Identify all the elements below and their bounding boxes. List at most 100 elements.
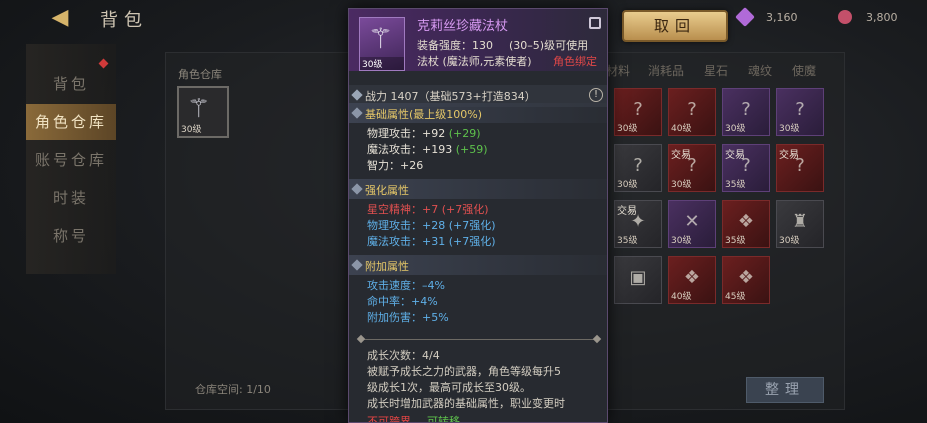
tab-soul-patterns[interactable]: 魂纹 bbox=[748, 62, 772, 79]
no-cross-server: 不可跨界 bbox=[367, 415, 411, 423]
item-slot[interactable]: ✕ 30级 bbox=[668, 200, 716, 248]
item-slot[interactable]: ♜ 30级 bbox=[776, 200, 824, 248]
stat-label: 物理攻击：+92 bbox=[367, 127, 446, 140]
item-level: 30级 bbox=[671, 236, 692, 246]
stat-label: 魔法攻击：+193 bbox=[367, 143, 453, 156]
extra-attributes-header: 附加属性 bbox=[349, 255, 607, 275]
diamond-icon bbox=[351, 107, 363, 119]
item-level: 40级 bbox=[671, 292, 692, 302]
item-slot[interactable]: 交易? bbox=[776, 144, 824, 192]
description-line: 被赋予成长之力的武器，角色等级每升5 bbox=[367, 365, 561, 378]
item-icon: ? bbox=[741, 155, 751, 176]
item-icon: ▣ bbox=[629, 267, 647, 288]
bind-status: 角色绑定 bbox=[553, 55, 597, 68]
power-text: 战力 1407（基础573+打造834） bbox=[365, 90, 536, 103]
stat-bonus: (+29) bbox=[448, 127, 481, 140]
item-icon: ❖ bbox=[737, 211, 755, 232]
item-level: 35级 bbox=[725, 180, 746, 190]
sidebar-item-character-storage[interactable]: 角色仓库 bbox=[26, 104, 116, 140]
item-icon: ? bbox=[795, 99, 805, 120]
tab-familiars[interactable]: 使魔 bbox=[792, 62, 816, 79]
item-name: 克莉丝珍藏法杖 bbox=[417, 19, 509, 34]
item-icon: ? bbox=[741, 99, 751, 120]
item-slot[interactable]: ? 30级 bbox=[614, 88, 662, 136]
staff-icon: ⚚ bbox=[187, 94, 211, 124]
diamond-icon bbox=[351, 183, 363, 195]
stat-line: 物理攻击：+92 (+29) bbox=[367, 125, 481, 141]
stat-line: 智力：+26 bbox=[367, 157, 423, 173]
sidebar-item-account-storage[interactable]: 账号仓库 bbox=[26, 142, 116, 178]
description-line: 成长时增加武器的基础属性，职业变更时 bbox=[367, 397, 565, 410]
stat-bonus: (+59) bbox=[455, 143, 488, 156]
item-level: 30级 bbox=[617, 180, 638, 190]
selected-item-slot[interactable]: ⚚ 30级 bbox=[177, 86, 229, 138]
return-button[interactable]: 取回 bbox=[622, 10, 728, 42]
tab-materials[interactable]: 材料 bbox=[606, 62, 630, 79]
item-level: 35级 bbox=[617, 236, 638, 246]
section-title: 基础属性(最上级100%) bbox=[365, 108, 483, 121]
tab-star-stones[interactable]: 星石 bbox=[704, 62, 728, 79]
item-level: 30级 bbox=[671, 180, 692, 190]
item-icon: ? bbox=[795, 155, 805, 176]
sort-button[interactable]: 整理 bbox=[746, 377, 824, 403]
diamond-icon bbox=[351, 89, 363, 101]
storage-capacity: 仓库空间: 1/10 bbox=[195, 383, 271, 396]
stat-label: 智力：+26 bbox=[367, 159, 424, 172]
item-level: 45级 bbox=[725, 292, 746, 302]
tab-consumables[interactable]: 消耗品 bbox=[648, 62, 684, 79]
item-icon: ✦ bbox=[630, 211, 646, 232]
gem-amount: 3,160 bbox=[766, 11, 798, 24]
staff-icon: ⚚ bbox=[368, 22, 394, 55]
coin-currency: 3,800 bbox=[838, 10, 898, 24]
item-level: 35级 bbox=[725, 236, 746, 246]
item-icon: ? bbox=[687, 155, 697, 176]
item-level: 30级 bbox=[617, 124, 638, 134]
growth-count: 成长次数：4/4 bbox=[367, 349, 440, 362]
sidebar: 背包 角色仓库 账号仓库 时装 称号 bbox=[26, 44, 116, 274]
stat-line: 星空精神：+7 (+7强化) bbox=[367, 203, 489, 216]
item-icon: ❖ bbox=[683, 267, 701, 288]
red-coin-icon bbox=[838, 10, 852, 24]
info-icon[interactable]: ! bbox=[589, 88, 603, 102]
item-level: 30级 bbox=[725, 124, 746, 134]
item-icon: ❖ bbox=[737, 267, 755, 288]
gem-currency: 3,160 bbox=[735, 7, 798, 27]
item-slot[interactable]: ❖ 35级 bbox=[722, 200, 770, 248]
item-level: 30级 bbox=[181, 125, 202, 135]
item-icon: ? bbox=[633, 99, 643, 120]
item-slot[interactable]: ❖ 45级 bbox=[722, 256, 770, 304]
purple-gem-icon bbox=[735, 7, 755, 27]
item-slot[interactable]: 交易? 30级 bbox=[668, 144, 716, 192]
item-level-requirement: (30–5)级可使用 bbox=[509, 39, 589, 52]
sidebar-item-fashion[interactable]: 时装 bbox=[26, 180, 116, 216]
tooltip-item-icon: ⚚ 30级 bbox=[359, 17, 405, 71]
storage-label: 角色仓库 bbox=[178, 68, 222, 81]
item-icon: ✕ bbox=[684, 211, 700, 232]
item-level: 30级 bbox=[779, 124, 800, 134]
transferable: 可转移 bbox=[427, 415, 460, 423]
item-slot[interactable]: ? 30级 bbox=[614, 144, 662, 192]
coin-amount: 3,800 bbox=[866, 11, 898, 24]
item-tooltip: ⚚ 30级 克莉丝珍藏法杖 装备强度：130 (30–5)级可使用 法杖 (魔法… bbox=[348, 8, 608, 423]
diamond-icon bbox=[351, 259, 363, 271]
item-slot[interactable]: 交易? 35级 bbox=[722, 144, 770, 192]
item-icon: ? bbox=[687, 99, 697, 120]
item-slot[interactable]: ? 30级 bbox=[722, 88, 770, 136]
description-line: 级成长1次，最高可成长至30级。 bbox=[367, 381, 531, 394]
sidebar-item-title[interactable]: 称号 bbox=[26, 218, 116, 254]
stat-line: 攻击速度：–4% bbox=[367, 279, 445, 292]
share-icon[interactable] bbox=[589, 17, 601, 29]
divider bbox=[361, 339, 597, 340]
item-slot[interactable]: ? 30级 bbox=[776, 88, 824, 136]
sidebar-item-bag[interactable]: 背包 bbox=[26, 66, 116, 102]
stat-line: 物理攻击：+28 (+7强化) bbox=[367, 219, 496, 232]
item-slot[interactable]: 交易 ✦ 35级 bbox=[614, 200, 662, 248]
item-level: 30级 bbox=[360, 57, 404, 70]
back-arrow-icon[interactable]: ◀ bbox=[42, 6, 78, 30]
item-slot[interactable]: ▣ bbox=[614, 256, 662, 304]
item-slot[interactable]: ❖ 40级 bbox=[668, 256, 716, 304]
page-title: 背包 bbox=[100, 10, 148, 31]
item-enhance: 装备强度：130 bbox=[417, 39, 493, 52]
item-slot[interactable]: ? 40级 bbox=[668, 88, 716, 136]
stat-line: 魔法攻击：+31 (+7强化) bbox=[367, 235, 496, 248]
